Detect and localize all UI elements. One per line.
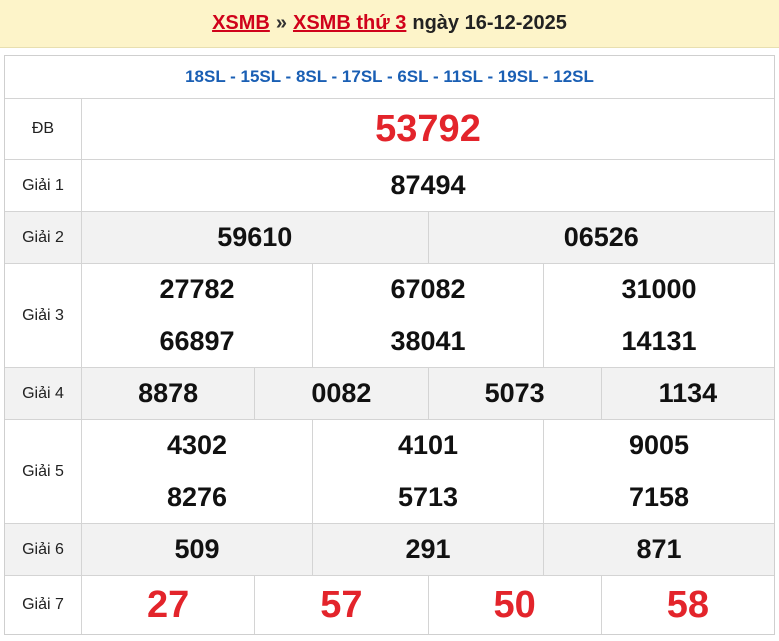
- prize-number: 27782: [82, 264, 313, 316]
- prize-number: 14131: [621, 325, 697, 356]
- prize-number: 58: [666, 583, 710, 626]
- prize-row-g2: Giải 2 59610 06526: [5, 212, 774, 264]
- prize-number: 66897: [82, 315, 313, 367]
- prize-row-g3: Giải 3 27782 67082 31000 66897 38041 141…: [5, 264, 774, 368]
- prize-label: ĐB: [5, 99, 82, 159]
- prize-number: 5073: [429, 368, 602, 419]
- page-header: XSMB » XSMB thứ 3 ngày 16-12-2025: [0, 0, 779, 48]
- prize-number: 8276: [82, 471, 313, 523]
- prize-label: Giải 4: [5, 368, 82, 419]
- prize-number: 7158: [628, 481, 690, 512]
- prize-row-g5: Giải 5 4302 4101 9005 8276 5713 7158: [5, 420, 774, 524]
- draw-date: ngày 16-12-2025: [412, 12, 567, 34]
- prize-row-db: ĐB 53792: [5, 99, 774, 160]
- prize-number: 1134: [658, 378, 718, 408]
- prize-number: 8878: [82, 368, 256, 419]
- prize-row-g6: Giải 6 509 291 871: [5, 524, 774, 576]
- prize-number: 38041: [313, 315, 544, 367]
- prize-number: 291: [313, 524, 544, 575]
- prize-row-g1: Giải 1 87494: [5, 160, 774, 212]
- prize-label: Giải 2: [5, 212, 82, 263]
- prize-row-g7: Giải 7 27 57 50 58: [5, 576, 774, 634]
- breadcrumb-separator: »: [275, 12, 287, 34]
- prize-number: 509: [82, 524, 313, 575]
- prize-number: 31000: [621, 274, 697, 305]
- prize-label: Giải 1: [5, 160, 82, 211]
- prize-number: 67082: [313, 264, 544, 316]
- prize-row-g4: Giải 4 8878 0082 5073 1134: [5, 368, 774, 420]
- prize-number: 9005: [628, 430, 690, 461]
- prize-label: Giải 3: [5, 264, 82, 367]
- prize-number: 59610: [82, 212, 429, 263]
- prize-label: Giải 6: [5, 524, 82, 575]
- prize-number: 0082: [255, 368, 429, 419]
- xsmb-link[interactable]: XSMB: [212, 12, 270, 35]
- prize-label: Giải 7: [5, 576, 82, 634]
- prize-label: Giải 5: [5, 420, 82, 523]
- ticket-codes: 18SL - 15SL - 8SL - 17SL - 6SL - 11SL - …: [5, 56, 774, 99]
- prize-number: 871: [636, 534, 682, 564]
- results-table: 18SL - 15SL - 8SL - 17SL - 6SL - 11SL - …: [4, 55, 775, 635]
- xsmb-thu3-link[interactable]: XSMB thứ 3: [293, 12, 406, 35]
- special-prize-number: 53792: [375, 107, 481, 150]
- prize-number: 87494: [390, 170, 466, 200]
- prize-number: 06526: [563, 222, 639, 252]
- prize-number: 4302: [82, 420, 313, 472]
- prize-number: 5713: [313, 471, 544, 523]
- prize-number: 57: [255, 576, 429, 634]
- prize-number: 50: [429, 576, 602, 634]
- prize-number: 27: [82, 576, 256, 634]
- prize-number: 4101: [313, 420, 544, 472]
